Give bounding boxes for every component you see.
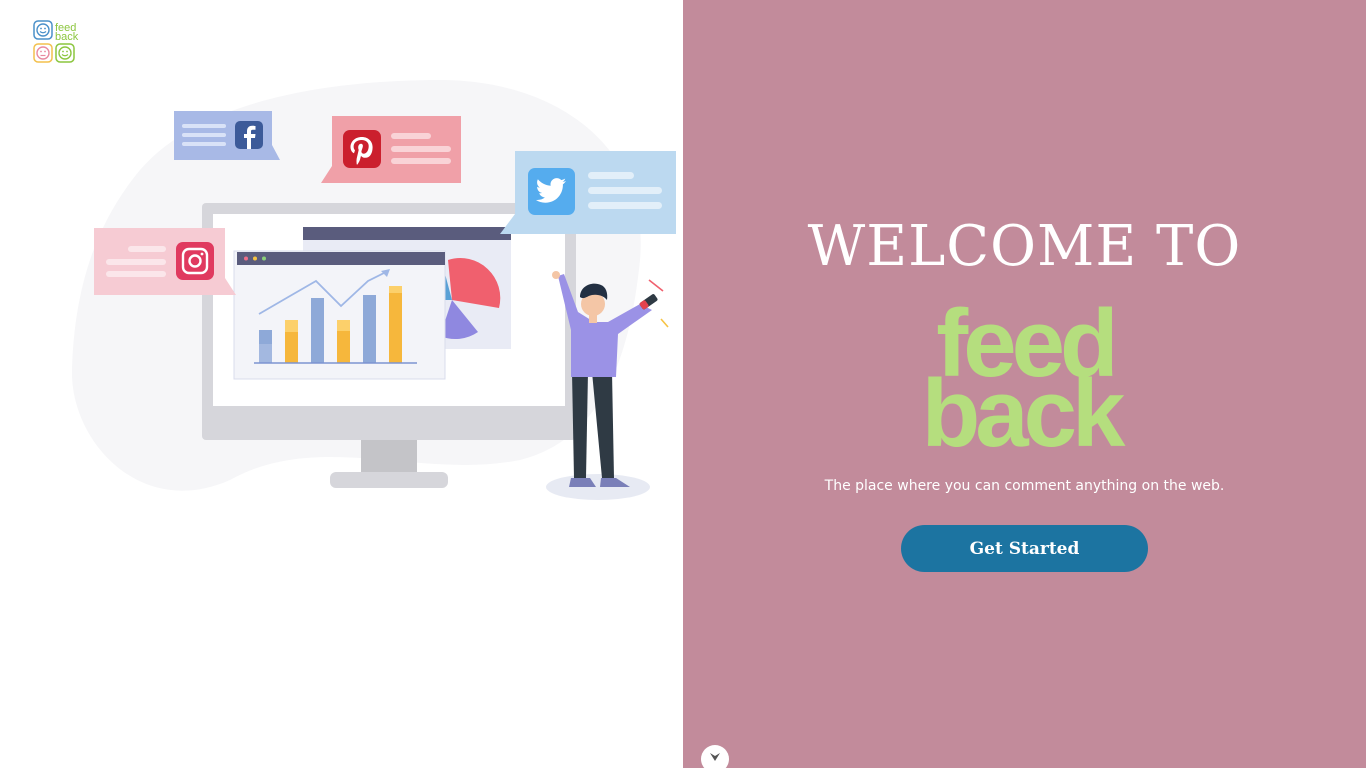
brand-line-back: back [922, 360, 1126, 456]
tagline: The place where you can comment anything… [824, 478, 1225, 494]
left-panel: feed back [0, 0, 683, 768]
instagram-icon [176, 242, 214, 280]
pinterest-bubble [321, 116, 461, 183]
bar-chart-window [233, 250, 446, 380]
facebook-icon [235, 121, 263, 149]
pinterest-icon [343, 130, 381, 168]
welcome-heading: WELCOME TO [807, 214, 1242, 279]
hero-illustration [71, 80, 676, 500]
scroll-down-button[interactable] [701, 745, 729, 768]
chevron-down-icon [710, 753, 720, 761]
logo[interactable]: feed back [32, 19, 84, 65]
facebook-bubble [174, 111, 280, 160]
right-panel: WELCOME TO feed back The place where you… [683, 0, 1366, 768]
brand-wordmark: feed back [922, 296, 1131, 456]
twitter-icon [528, 168, 575, 215]
get-started-button[interactable]: Get Started [901, 525, 1148, 572]
logo-text-back: back [55, 31, 79, 43]
smiley-happy-icon [33, 20, 53, 40]
instagram-bubble [94, 228, 236, 295]
twitter-bubble [500, 151, 676, 234]
